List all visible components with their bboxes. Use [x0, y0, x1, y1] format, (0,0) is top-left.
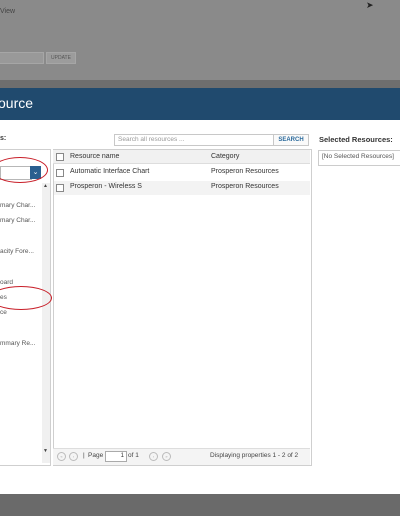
- scroll-up-icon[interactable]: ▲: [43, 183, 48, 189]
- background-input: [0, 52, 44, 64]
- search-button[interactable]: SEARCH: [273, 134, 309, 146]
- row-resource-name[interactable]: Automatic Interface Chart: [70, 168, 149, 175]
- search-input[interactable]: Search all resources ...: [114, 134, 274, 146]
- pager-separator: |: [83, 452, 85, 459]
- first-page-icon[interactable]: «: [57, 452, 66, 461]
- row-category: Prosperon Resources: [211, 168, 279, 175]
- selected-resources-title: Selected Resources:: [319, 135, 393, 144]
- last-page-icon[interactable]: »: [162, 452, 171, 461]
- resource-dialog: ource s: Search all resources ... SEARCH…: [0, 88, 400, 494]
- column-resource-name[interactable]: Resource name: [70, 153, 119, 160]
- tree-item[interactable]: ce: [0, 309, 7, 316]
- tree-item[interactable]: mary Char...: [0, 202, 35, 209]
- mouse-cursor-icon: ➤: [366, 0, 374, 10]
- background-page: [0, 0, 400, 80]
- page-of-label: of 1: [128, 452, 139, 459]
- next-page-icon[interactable]: ›: [149, 452, 158, 461]
- page-label: Page: [88, 452, 104, 459]
- left-panel-label: s:: [0, 135, 7, 142]
- column-category[interactable]: Category: [211, 153, 239, 160]
- row-resource-name[interactable]: Prosperon - Wireless S: [70, 183, 142, 190]
- prev-page-icon[interactable]: ‹: [69, 452, 78, 461]
- tree-item[interactable]: acity Fore...: [0, 248, 34, 255]
- page-number-input[interactable]: 1: [105, 451, 127, 462]
- selected-resources-empty: [No Selected Resources]: [322, 153, 394, 160]
- tree-item[interactable]: mary Char...: [0, 217, 35, 224]
- tree-item[interactable]: oard: [0, 279, 13, 286]
- row-category: Prosperon Resources: [211, 183, 279, 190]
- select-all-checkbox[interactable]: [56, 153, 64, 161]
- dialog-title: ource: [0, 95, 34, 111]
- scroll-down-icon[interactable]: ▼: [43, 448, 48, 454]
- tree-scrollbar[interactable]: [42, 183, 50, 463]
- dialog-header: ource: [0, 88, 400, 120]
- display-count: Displaying properties 1 - 2 of 2: [210, 452, 299, 459]
- tree-item[interactable]: mmary Re...: [0, 340, 35, 347]
- row-checkbox[interactable]: [56, 169, 64, 177]
- resource-grid: [53, 149, 312, 466]
- background-bottom: [0, 494, 400, 516]
- view-label: View: [0, 8, 16, 15]
- row-checkbox[interactable]: [56, 184, 64, 192]
- update-button: UPDATE: [46, 52, 76, 64]
